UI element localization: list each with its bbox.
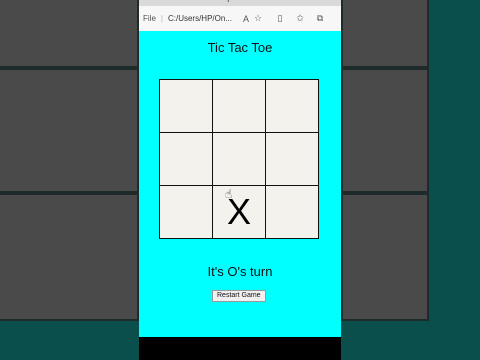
browser-window: + File | C:/Users/HP/On... A ☆ ▯ ✩ ⧉ Tic… — [139, 0, 341, 360]
board-cell[interactable] — [160, 186, 212, 238]
board-cell[interactable] — [266, 80, 318, 132]
board-cell[interactable] — [266, 186, 318, 238]
board-cell[interactable] — [266, 133, 318, 185]
board-cell[interactable] — [213, 80, 265, 132]
board-cell[interactable] — [160, 80, 212, 132]
turn-status: It's O's turn — [207, 264, 273, 279]
favorites-icon[interactable]: ✩ — [294, 13, 306, 24]
board-cell[interactable] — [213, 133, 265, 185]
backdrop-tile — [341, 0, 429, 68]
collections-icon[interactable]: ⧉ — [314, 13, 326, 24]
board-cell[interactable]: X — [213, 186, 265, 238]
game-board: X — [159, 79, 319, 239]
url-text[interactable]: C:/Users/HP/On... — [168, 14, 232, 23]
backdrop-tile — [0, 0, 139, 68]
backdrop-tile — [0, 193, 139, 321]
favorite-star-icon[interactable]: ☆ — [252, 13, 264, 24]
address-bar[interactable]: File | C:/Users/HP/On... A ☆ ▯ ✩ ⧉ — [139, 6, 341, 32]
backdrop-tile — [341, 68, 429, 193]
board-cell[interactable] — [160, 133, 212, 185]
game-page: Tic Tac Toe X ☝ It's O's turn Restart Ga… — [139, 31, 341, 337]
backdrop-tile — [341, 193, 429, 321]
read-aloud-icon[interactable]: A — [240, 14, 252, 24]
separator: | — [160, 14, 163, 23]
file-label: File — [143, 14, 156, 23]
backdrop-tile — [0, 68, 139, 193]
page-title: Tic Tac Toe — [207, 40, 273, 55]
restart-button[interactable]: Restart Game — [212, 290, 266, 302]
split-screen-icon[interactable]: ▯ — [274, 13, 286, 24]
hand-cursor-icon: ☝ — [225, 187, 233, 201]
